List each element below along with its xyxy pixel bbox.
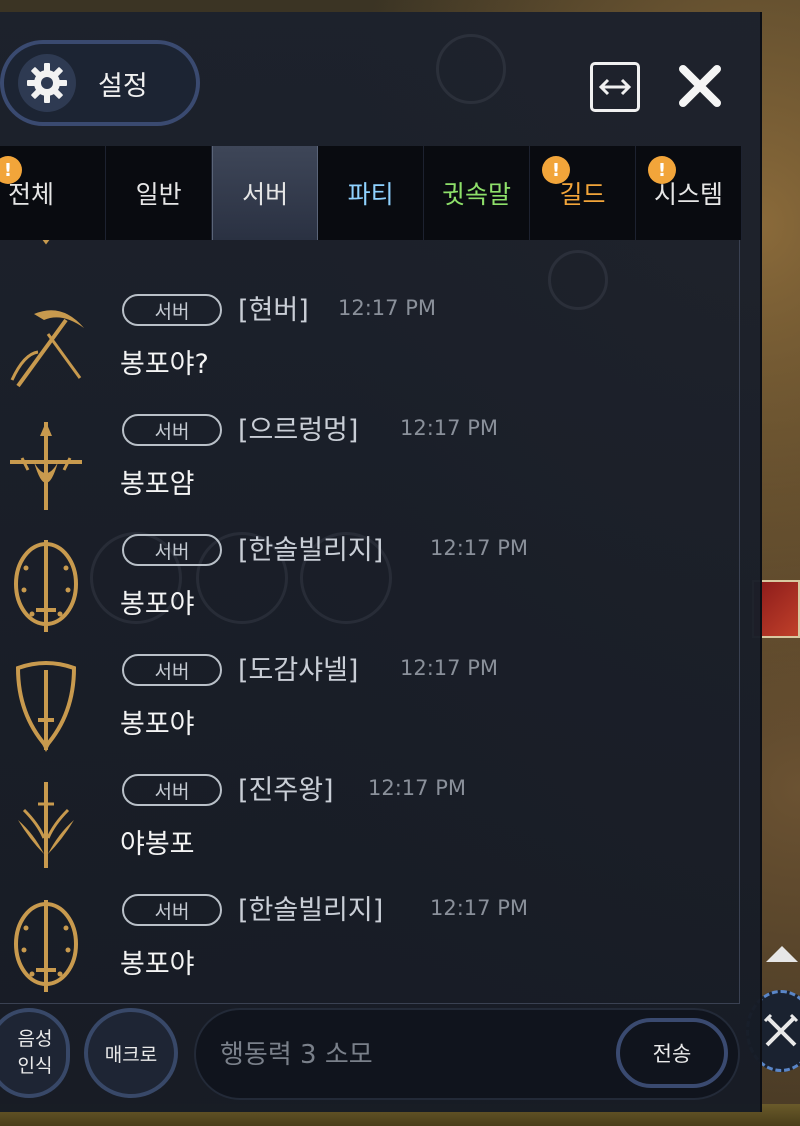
- tab-system[interactable]: ! 시스템: [636, 146, 742, 240]
- sender-name[interactable]: [도감샤넬]: [238, 648, 358, 687]
- chat-message: 서버 [으르렁멍] 12:17 PM 봉포얌: [0, 390, 739, 510]
- sender-name[interactable]: [현버]: [238, 288, 309, 327]
- tab-general[interactable]: 일반: [106, 146, 213, 240]
- macro-button[interactable]: 매크로: [84, 1008, 178, 1098]
- message-text: 봉포야: [120, 949, 195, 980]
- tab-label: 서버: [242, 180, 289, 209]
- chat-message: 서버 [한솔빌리지] 12:17 PM 봉포야: [0, 870, 739, 992]
- chat-tabs: ! 전체 일반 서버 파티 귓속말 ! 길드 ! 시스템: [0, 146, 742, 240]
- tab-label: 파티: [347, 180, 394, 209]
- tab-label: 귓속말: [442, 180, 512, 209]
- send-button[interactable]: 전송: [616, 1018, 728, 1088]
- chat-message: 서버 [한솔빌리지] 12:17 PM 봉포야: [0, 510, 739, 632]
- send-label: 전송: [652, 1042, 692, 1066]
- message-text: 봉포야?: [120, 349, 209, 380]
- winged-sword-icon: [18, 782, 74, 868]
- tab-label: 길드: [559, 180, 606, 209]
- message-time: 12:17 PM: [338, 296, 436, 320]
- sender-name[interactable]: [으르렁멍]: [238, 408, 358, 447]
- channel-badge: 서버: [122, 774, 222, 806]
- message-text: 봉포야: [120, 709, 195, 740]
- chat-input[interactable]: [220, 1030, 600, 1080]
- settings-button[interactable]: 설정: [0, 40, 200, 126]
- message-text: 봉포얌: [120, 469, 195, 500]
- alert-badge-icon: !: [648, 156, 676, 184]
- pickaxe-icon: [10, 310, 84, 388]
- cross-sword-icon: [10, 422, 82, 510]
- sender-name[interactable]: [한솔빌리지]: [238, 888, 383, 927]
- channel-badge: 서버: [122, 534, 222, 566]
- message-time: 12:17 PM: [400, 656, 498, 680]
- close-button[interactable]: [674, 60, 726, 112]
- kite-shield-icon: [15, 661, 77, 752]
- horizontal-resize-icon: [598, 78, 632, 96]
- tab-server[interactable]: 서버: [212, 146, 319, 240]
- channel-badge: 서버: [122, 654, 222, 686]
- message-time: 12:17 PM: [368, 776, 466, 800]
- tab-whisper[interactable]: 귓속말: [424, 146, 531, 240]
- sender-name[interactable]: [한솔빌리지]: [238, 528, 383, 567]
- channel-badge: 서버: [122, 414, 222, 446]
- close-icon: [679, 65, 721, 107]
- scroll-up-arrow-icon[interactable]: [766, 946, 798, 962]
- voice-label-line2: 인식: [17, 1055, 53, 1077]
- round-shield-icon: [14, 900, 78, 992]
- clipped-previous-message: [0, 240, 739, 250]
- tab-all[interactable]: ! 전체: [0, 146, 107, 240]
- settings-label: 설정: [98, 70, 148, 102]
- voice-label-line1: 음성: [17, 1028, 53, 1051]
- alert-badge-icon: !: [542, 156, 571, 184]
- voice-recognition-button[interactable]: 음성 인식: [0, 1008, 70, 1098]
- chat-panel: 설정 ! 전체 일반 서버 파티 귓속말 ! 길드 ! 시스템 서버 [현버] …: [0, 12, 762, 1112]
- sender-name[interactable]: [진주왕]: [238, 768, 334, 807]
- macro-label: 매크로: [104, 1043, 158, 1066]
- message-text: 봉포야: [120, 589, 195, 620]
- message-time: 12:17 PM: [430, 536, 528, 560]
- chat-message: 서버 [진주왕] 12:17 PM 야봉포: [0, 750, 739, 870]
- round-shield-icon: [14, 540, 78, 632]
- channel-badge: 서버: [122, 894, 222, 926]
- background-ghost-clock: [436, 34, 506, 104]
- tab-guild[interactable]: ! 길드: [530, 146, 636, 240]
- chat-message-list[interactable]: 서버 [현버] 12:17 PM 봉포야? 서버 [으르렁멍] 12:17 PM…: [0, 240, 740, 1004]
- chat-message: 서버 [도감샤넬] 12:17 PM 봉포야: [0, 630, 739, 752]
- message-text: 야봉포: [120, 829, 195, 860]
- tab-label: 일반: [135, 180, 182, 209]
- tab-party[interactable]: 파티: [318, 146, 425, 240]
- message-time: 12:17 PM: [430, 896, 528, 920]
- chat-message: 서버 [현버] 12:17 PM 봉포야?: [0, 270, 739, 390]
- resize-button[interactable]: [590, 62, 640, 112]
- message-time: 12:17 PM: [400, 416, 498, 440]
- channel-badge: 서버: [122, 294, 222, 326]
- gear-icon: [18, 54, 76, 112]
